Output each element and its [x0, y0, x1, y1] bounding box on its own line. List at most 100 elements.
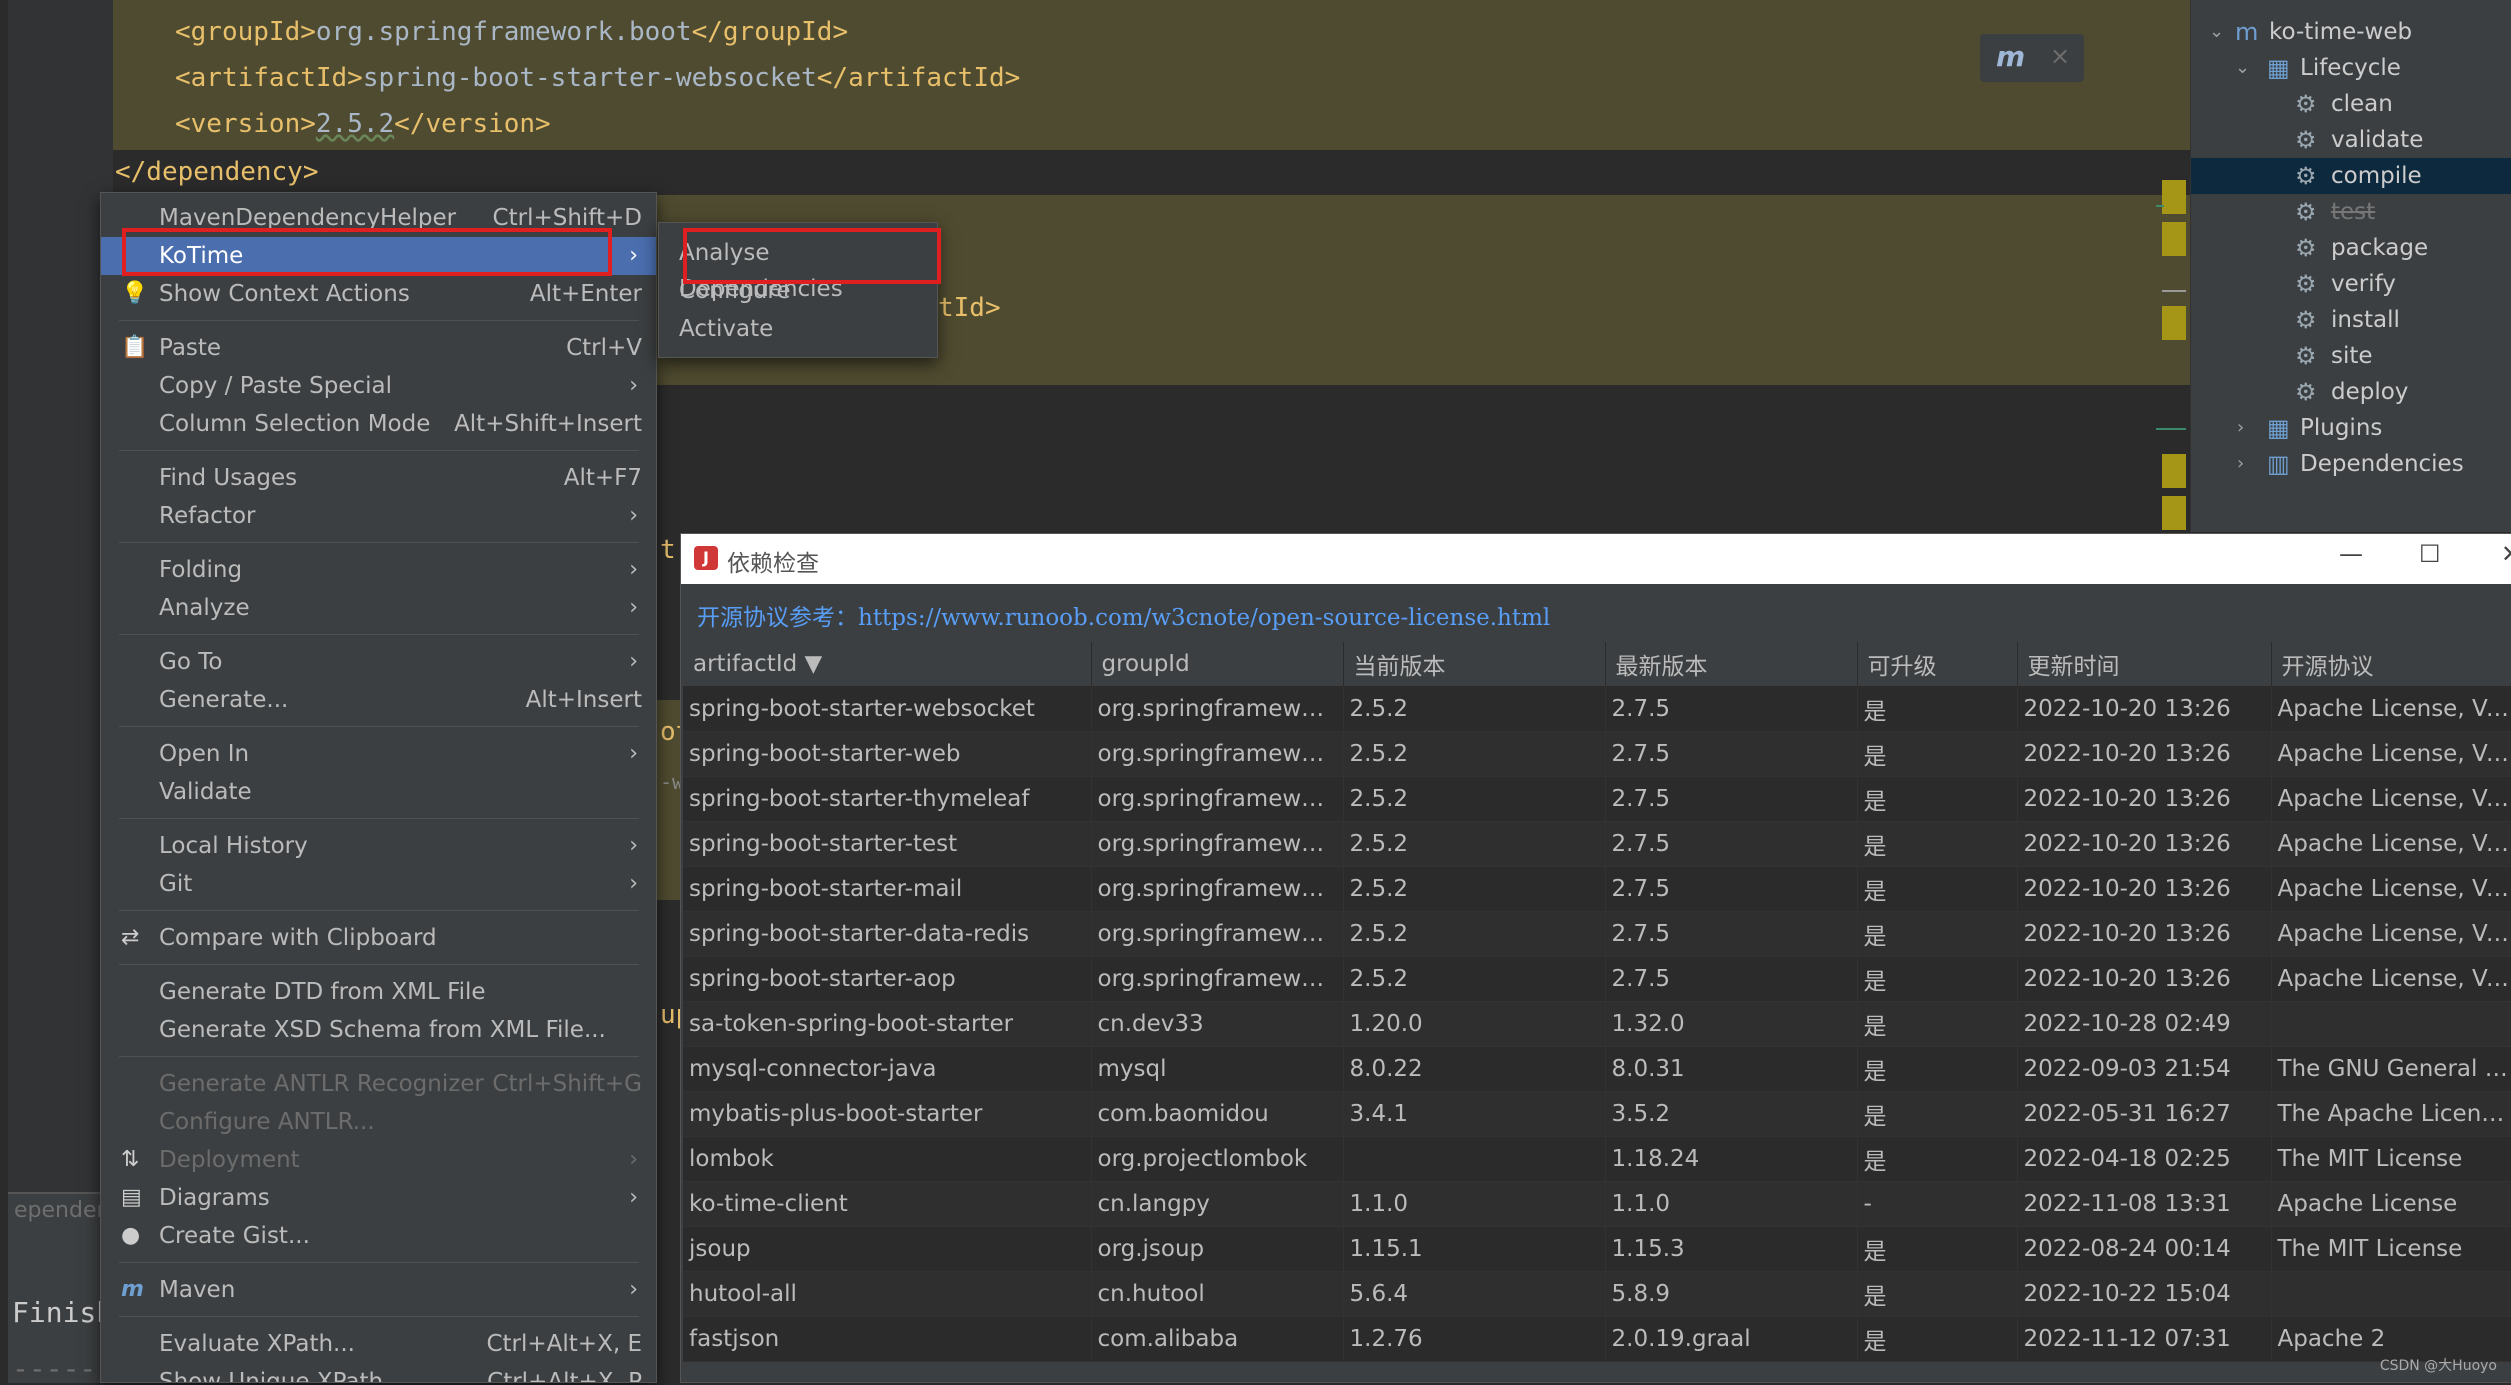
table-row[interactable]: spring-boot-starter-test org.springframew… [683, 821, 2511, 867]
license-link[interactable]: https://www.runoob.com/w3cnote/open-sour… [858, 605, 1550, 631]
column-header[interactable]: 更新时间 [2017, 642, 2272, 687]
minimize-icon[interactable]: — [2339, 540, 2363, 568]
table-row[interactable]: lombok org.projectlombok 1.18.24 是 2022-04-1… [683, 1136, 2511, 1182]
menu-item-open-in[interactable]: Open In › [101, 735, 656, 773]
table-row[interactable]: spring-boot-starter-data-redis org.spring… [683, 911, 2511, 957]
menu-item-paste[interactable]: 📋 Paste Ctrl+V [101, 329, 656, 367]
menu-separator [119, 1056, 639, 1057]
tree-goal-deploy[interactable]: ⚙ deploy [2191, 374, 2511, 410]
menu-item-evaluate-xpath[interactable]: Evaluate XPath... Ctrl+Alt+X, E [101, 1325, 656, 1363]
tree-goal-compile[interactable]: ⚙ compile [2191, 158, 2511, 194]
chevron-right-icon: › [629, 741, 638, 766]
menu-item-find-usages[interactable]: Find Usages Alt+F7 [101, 459, 656, 497]
table-cell: mysql [1091, 1046, 1344, 1092]
tree-goal-test[interactable]: ⚙ test [2191, 194, 2511, 230]
dialog-title-bar[interactable]: J 依赖检查 — ☐ ✕ [681, 534, 2511, 584]
table-row[interactable]: sa-token-spring-boot-starter cn.dev33 1.20… [683, 1001, 2511, 1047]
editor-gutter [8, 0, 113, 1381]
table-cell: org.projectlombok [1091, 1136, 1344, 1182]
change-marker[interactable] [2162, 180, 2186, 214]
chevron-right-icon[interactable]: › [2237, 410, 2244, 446]
menu-item-generate-antlr-recognizer[interactable]: Generate ANTLR Recognizer Ctrl+Shift+G [101, 1065, 656, 1103]
column-header[interactable]: 最新版本 [1605, 642, 1858, 687]
table-row[interactable]: hutool-all cn.hutool 5.6.4 5.8.9 是 2022-10-22… [683, 1271, 2511, 1317]
table-row[interactable]: spring-boot-starter-aop org.springframewo… [683, 956, 2511, 1002]
menu-item-generate-dtd-from-xml-file[interactable]: Generate DTD from XML File [101, 973, 656, 1011]
menu-item-copy-paste-special[interactable]: Copy / Paste Special › [101, 367, 656, 405]
maven-reload-toolbar[interactable]: m × [1980, 34, 2084, 82]
table-row[interactable]: spring-boot-starter-websocket org.springf… [683, 686, 2511, 732]
change-marker[interactable] [2162, 454, 2186, 488]
column-header[interactable]: 开源协议 [2271, 642, 2511, 687]
menu-item-refactor[interactable]: Refactor › [101, 497, 656, 535]
tree-dependencies[interactable]: › ▥ Dependencies [2191, 446, 2511, 482]
tree-goal-site[interactable]: ⚙ site [2191, 338, 2511, 374]
table-row[interactable]: spring-boot-starter-thymeleaf org.springf… [683, 776, 2511, 822]
table-row[interactable]: jsoup org.jsoup 1.15.1 1.15.3 是 2022-08-24 00… [683, 1226, 2511, 1272]
menu-item-git[interactable]: Git › [101, 865, 656, 903]
menu-item-validate[interactable]: Validate [101, 773, 656, 811]
table-cell: 2022-10-28 02:49 [2017, 1001, 2272, 1047]
menu-item-compare-with-clipboard[interactable]: ⇄ Compare with Clipboard [101, 919, 656, 957]
menu-item-label: Diagrams [159, 1185, 270, 1211]
close-icon[interactable]: ✕ [2501, 540, 2511, 568]
menu-item-create-gist[interactable]: ● Create Gist... [101, 1217, 656, 1255]
menu-item-diagrams[interactable]: ▤ Diagrams › [101, 1179, 656, 1217]
table-cell: The MIT License [2271, 1226, 2511, 1272]
table-row[interactable]: ko-time-client cn.langpy 1.1.0 1.1.0-2022-1… [683, 1181, 2511, 1227]
menu-item-label: Validate [159, 779, 252, 805]
change-marker[interactable] [2162, 496, 2186, 530]
tree-plugins[interactable]: › ▦ Plugins [2191, 410, 2511, 446]
column-header[interactable]: artifactId ▼ [683, 642, 1092, 687]
plugins-folder-icon: ▦ [2267, 414, 2290, 442]
table-row[interactable]: spring-boot-starter-web org.springframewo… [683, 731, 2511, 777]
table-row[interactable]: mybatis-plus-boot-starter com.baomidou 3.4… [683, 1091, 2511, 1137]
menu-item-show-unique-xpath[interactable]: Show Unique XPath Ctrl+Alt+X, P [101, 1363, 656, 1382]
column-header[interactable]: 可升级 [1857, 642, 2018, 687]
menu-item-generate[interactable]: Generate... Alt+Insert [101, 681, 656, 719]
table-cell: org.jsoup [1091, 1226, 1344, 1272]
scroll-marker [2162, 290, 2186, 292]
chevron-down-icon[interactable]: ⌄ [2235, 50, 2250, 86]
menu-item-generate-xsd-schema-from-xml-file[interactable]: Generate XSD Schema from XML File... [101, 1011, 656, 1049]
change-marker[interactable] [2162, 222, 2186, 256]
tree-goal-install[interactable]: ⚙ install [2191, 302, 2511, 338]
table-cell: 2.0.19.graal [1605, 1316, 1858, 1362]
tree-goal-clean[interactable]: ⚙ clean [2191, 86, 2511, 122]
column-header[interactable]: groupId [1091, 642, 1344, 687]
close-icon[interactable]: × [2050, 42, 2070, 70]
chevron-right-icon[interactable]: › [2237, 446, 2244, 482]
tree-lifecycle[interactable]: ⌄ ▦ Lifecycle [2191, 50, 2511, 86]
tree-goal-package[interactable]: ⚙ package [2191, 230, 2511, 266]
table-cell: 2.7.5 [1605, 821, 1858, 867]
menu-item-deployment[interactable]: ⇅ Deployment › [101, 1141, 656, 1179]
menu-item-folding[interactable]: Folding › [101, 551, 656, 589]
menu-item-column-selection-mode[interactable]: Column Selection Mode Alt+Shift+Insert [101, 405, 656, 443]
change-marker[interactable] [2162, 306, 2186, 340]
table-cell [2271, 1271, 2511, 1317]
menu-item-label: Column Selection Mode [159, 411, 431, 437]
table-cell: mysql-connector-java [683, 1046, 1092, 1092]
chevron-down-icon[interactable]: ⌄ [2209, 14, 2224, 50]
menu-item-analyze[interactable]: Analyze › [101, 589, 656, 627]
maven-icon: m [121, 1277, 144, 1302]
menu-item-maven[interactable]: m Maven › [101, 1271, 656, 1309]
tree-project[interactable]: ⌄ m ko-time-web [2191, 14, 2511, 50]
table-row[interactable]: fastjson com.alibaba 1.2.76 2.0.19.graal 是 20… [683, 1316, 2511, 1362]
tree-goal-validate[interactable]: ⚙ validate [2191, 122, 2511, 158]
menu-item-label: Generate ANTLR Recognizer [159, 1071, 484, 1097]
menu-item-go-to[interactable]: Go To › [101, 643, 656, 681]
maven-reload-icon[interactable]: m [1996, 40, 2025, 73]
table-row[interactable]: spring-boot-starter-mail org.springframew… [683, 866, 2511, 912]
menu-item-show-context-actions[interactable]: 💡 Show Context Actions Alt+Enter [101, 275, 656, 313]
table-cell: 1.32.0 [1605, 1001, 1858, 1047]
menu-item-configure-antlr[interactable]: Configure ANTLR... [101, 1103, 656, 1141]
table-cell: spring-boot-starter-mail [683, 866, 1092, 912]
tree-goal-verify[interactable]: ⚙ verify [2191, 266, 2511, 302]
column-header[interactable]: 当前版本 [1343, 642, 1606, 687]
submenu-activate[interactable]: Activate [679, 311, 773, 347]
github-icon: ● [121, 1223, 141, 1248]
maximize-icon[interactable]: ☐ [2419, 540, 2441, 568]
table-row[interactable]: mysql-connector-java mysql 8.0.22 8.0.31 是 20… [683, 1046, 2511, 1092]
menu-item-local-history[interactable]: Local History › [101, 827, 656, 865]
